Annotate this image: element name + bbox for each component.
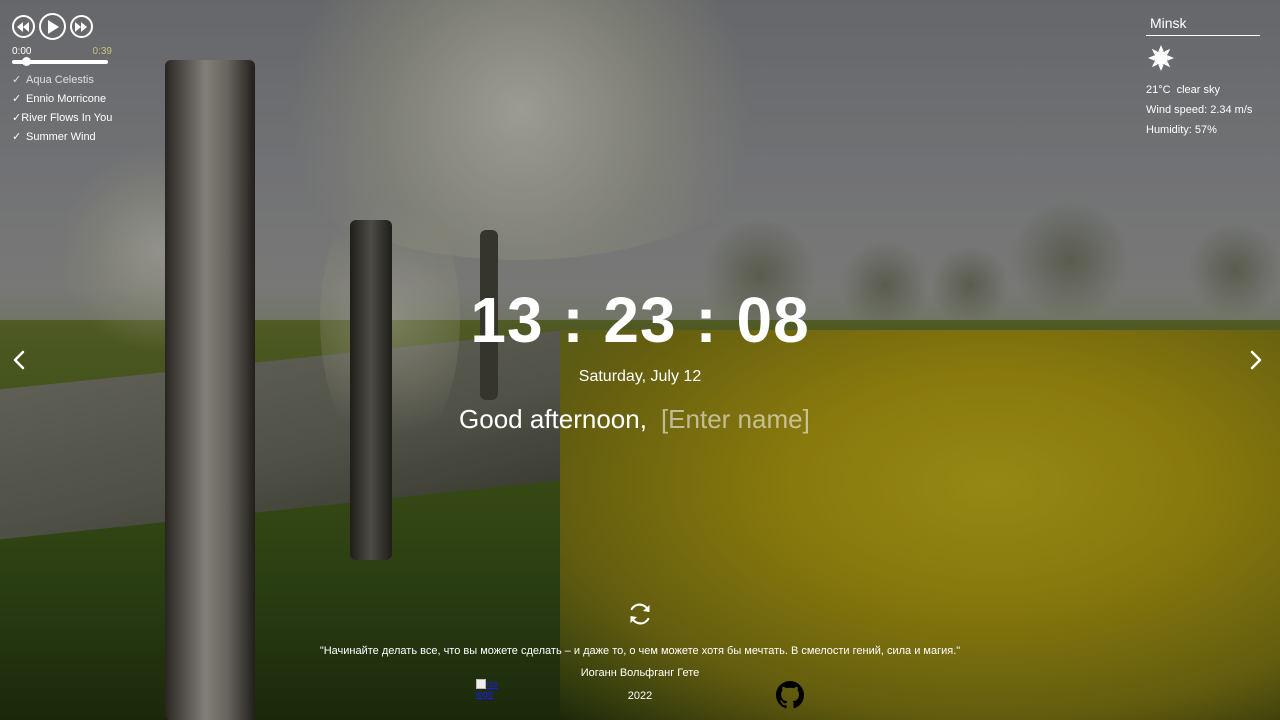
- temperature: 21°C: [1146, 84, 1171, 96]
- greeting-container: Good afternoon,: [0, 404, 1280, 435]
- playlist: ✓ Aqua Celestis ✓ Ennio Morricone ✓ Rive…: [12, 70, 112, 146]
- clock-date: Saturday, July 12: [578, 368, 702, 385]
- player-time: 0:00 0:39: [12, 46, 112, 57]
- check-icon: ✓: [12, 112, 22, 124]
- track-title: Ennio Morricone: [26, 92, 107, 105]
- broken-image-icon: [476, 679, 486, 689]
- wind-speed: Wind speed: 2.34 m/s: [1146, 104, 1253, 116]
- city-input[interactable]: [1146, 14, 1260, 36]
- play-next-button[interactable]: [70, 15, 93, 38]
- footer-year: 2022: [627, 690, 653, 702]
- playlist-item[interactable]: ✓ Ennio Morricone: [12, 89, 112, 108]
- check-icon: ✓: [12, 131, 22, 143]
- playlist-item[interactable]: ✓ Summer Wind: [12, 127, 112, 146]
- playlist-item[interactable]: ✓ Aqua Celestis: [12, 70, 112, 89]
- sun-icon: [1148, 45, 1174, 71]
- progress-knob[interactable]: [21, 57, 31, 66]
- track-title: Aqua Celestis: [26, 73, 94, 86]
- track-title: River Flows In You: [21, 111, 113, 124]
- quote-text: "Начинайте делать все, что вы можете сде…: [319, 645, 961, 657]
- track-title: Summer Wind: [26, 130, 96, 143]
- weather-description: clear sky: [1176, 84, 1220, 96]
- play-icon: [47, 19, 59, 34]
- play-next-icon: [75, 21, 87, 32]
- check-icon: ✓: [12, 74, 22, 86]
- progress-bar[interactable]: [12, 57, 108, 66]
- track-duration: 0:39: [92, 46, 112, 57]
- humidity: Humidity: 57%: [1146, 124, 1217, 136]
- name-input[interactable]: [660, 404, 821, 435]
- quote-author: Иоганн Вольфганг Гете: [580, 667, 700, 679]
- refresh-icon[interactable]: [627, 601, 653, 627]
- current-time: 0:00: [12, 46, 32, 57]
- audio-player: 0:00 0:39 ✓ Aqua Celestis ✓ Ennio Morric…: [12, 13, 112, 146]
- weather-widget: 21°C clear sky Wind speed: 2.34 m/s Humid…: [1146, 14, 1260, 138]
- playlist-item[interactable]: ✓ River Flows In You: [12, 108, 112, 127]
- play-button[interactable]: [39, 13, 66, 40]
- player-controls: [12, 13, 112, 40]
- play-prev-icon: [17, 21, 29, 32]
- weather-summary: 21°C clear sky: [1146, 84, 1260, 98]
- github-icon[interactable]: [776, 681, 804, 709]
- greeting-text: Good afternoon,: [459, 404, 647, 434]
- check-icon: ✓: [12, 93, 22, 105]
- play-prev-button[interactable]: [12, 15, 35, 38]
- clock-time: 13 : 23 : 08: [470, 284, 810, 356]
